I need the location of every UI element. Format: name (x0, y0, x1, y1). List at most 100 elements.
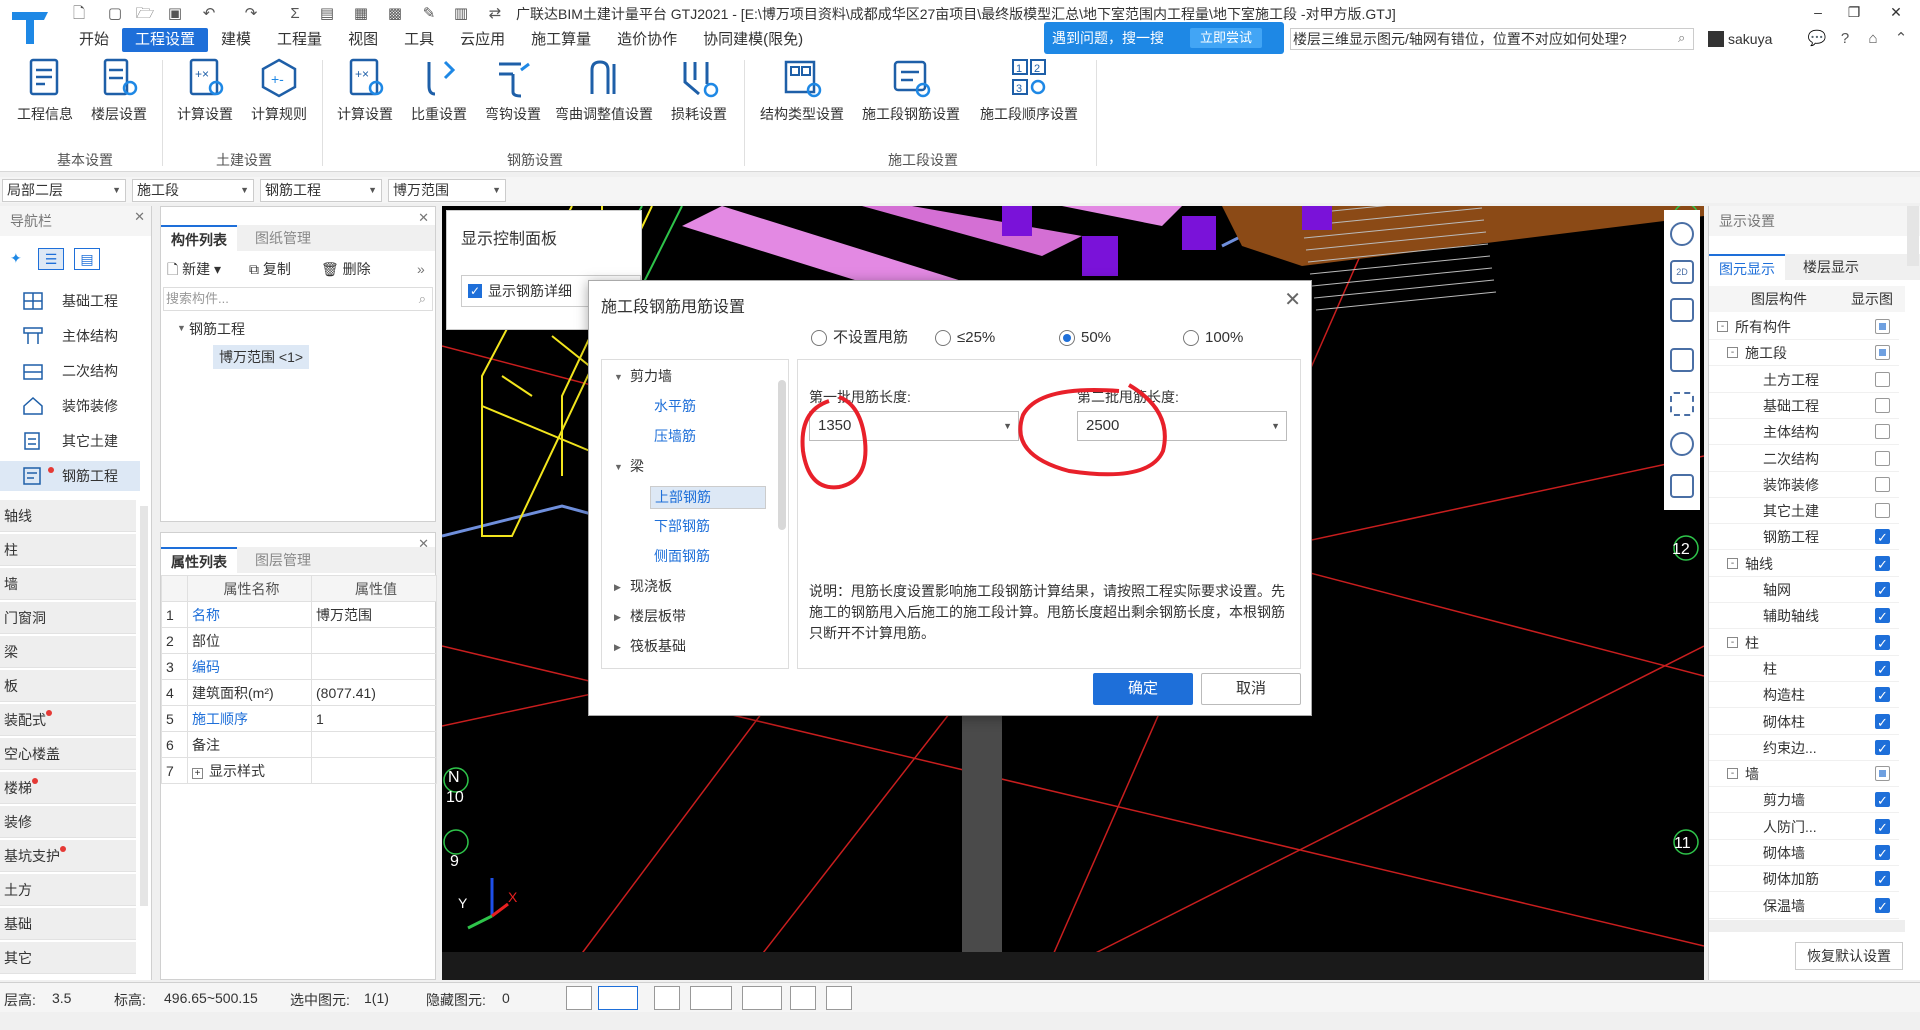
sum-icon[interactable]: Σ (284, 4, 306, 24)
ruler-icon[interactable]: ▥ (450, 4, 472, 24)
collapse-ribbon-icon[interactable]: ⌃ (1890, 28, 1912, 50)
tree-row[interactable]: 砌体加筋 (1709, 866, 1899, 893)
tree-collapse-icon[interactable]: - (1717, 321, 1728, 332)
more-icon[interactable]: » (417, 259, 425, 279)
grid-icon[interactable]: ▩ (384, 4, 406, 24)
nav-category-door-window[interactable]: 门窗洞 (0, 602, 136, 634)
visibility-checkbox[interactable] (1875, 552, 1890, 578)
table-row[interactable]: 2 部位 (161, 627, 437, 654)
tree-row[interactable]: 装饰装修 (1709, 472, 1899, 498)
menu-view[interactable]: 视图 (335, 28, 391, 52)
snap-icon[interactable] (598, 986, 638, 1010)
view-cube-icon[interactable] (1670, 348, 1694, 372)
visibility-checkbox[interactable] (1875, 683, 1890, 709)
panel-scrollbar[interactable] (1907, 206, 1919, 266)
tree-row[interactable]: - 施工段 (1709, 340, 1899, 367)
tree-row[interactable]: 砌体墙 (1709, 840, 1899, 867)
visibility-checkbox[interactable] (1875, 788, 1890, 814)
ok-button[interactable]: 确定 (1093, 673, 1193, 705)
table-row[interactable]: 4 建筑面积(m²) (8077.41) (161, 679, 437, 706)
tree-item-cast-slab[interactable]: 现浇板 (630, 576, 672, 596)
visibility-checkbox[interactable] (1875, 371, 1890, 387)
arc-icon[interactable] (826, 986, 852, 1010)
table-icon[interactable]: ▦ (350, 4, 372, 24)
unit-weight-settings-button[interactable]: 比重设置 (404, 54, 474, 126)
pin-icon[interactable]: ✦ (10, 250, 22, 267)
nav-item-rebar[interactable]: 钢筋工程 (0, 461, 140, 491)
table-row[interactable]: 1 名称 博万范围 (161, 601, 437, 628)
nav-category-pit-support[interactable]: 基坑支护 (0, 840, 136, 872)
display-settings-icon[interactable] (1670, 474, 1694, 498)
table-row[interactable]: 3 编码 (161, 653, 437, 680)
expand-icon[interactable]: + (192, 767, 203, 779)
tree-row[interactable]: 约束边... (1709, 735, 1899, 762)
tree-collapse-icon[interactable]: - (1727, 768, 1738, 780)
civil-calc-rules-button[interactable]: +- 计算规则 (244, 54, 314, 126)
open-folder-icon[interactable]: 🗁 (134, 4, 156, 24)
nav-item-main-structure[interactable]: 主体结构 (0, 321, 140, 351)
visibility-checkbox[interactable] (1875, 319, 1890, 334)
menu-quantity[interactable]: 工程量 (264, 28, 335, 52)
visibility-checkbox[interactable] (1875, 867, 1890, 893)
tab-component-list[interactable]: 构件列表 (161, 225, 237, 251)
project-info-button[interactable]: 工程信息 (10, 54, 80, 126)
visibility-checkbox[interactable] (1875, 604, 1890, 630)
tree-row[interactable]: 土方工程 (1709, 367, 1899, 393)
tree-item-shear-wall[interactable]: 剪力墙 (630, 366, 672, 386)
visibility-checkbox[interactable] (1875, 424, 1890, 440)
tree-row[interactable]: 辅助轴线 (1709, 603, 1899, 630)
tree-item-raft-foundation[interactable]: 筏板基础 (630, 636, 686, 656)
tab-layer-management[interactable]: 图层管理 (245, 547, 321, 573)
menu-project-settings[interactable]: 工程设置 (122, 28, 209, 52)
dynamic-observe-icon[interactable] (1670, 432, 1694, 456)
report-icon[interactable]: ▤ (316, 4, 338, 24)
tree-row[interactable]: 基础工程 (1709, 393, 1899, 419)
visibility-checkbox[interactable] (1875, 578, 1890, 604)
nav-category-earthwork[interactable]: 土方 (0, 874, 136, 906)
orthogonal-icon[interactable] (566, 986, 592, 1010)
tab-element-display[interactable]: 图元显示 (1709, 254, 1785, 280)
tree-row[interactable]: -墙 (1709, 761, 1899, 788)
delete-component-button[interactable]: 🗑 删除 (321, 259, 371, 279)
cross-icon[interactable] (654, 986, 680, 1010)
visibility-checkbox[interactable] (1875, 841, 1890, 867)
minimize-icon[interactable]: – (1806, 2, 1830, 22)
visibility-checkbox[interactable] (1875, 345, 1890, 361)
save-icon[interactable]: ▣ (164, 4, 186, 24)
close-icon[interactable]: ✕ (1284, 287, 1301, 312)
visibility-checkbox[interactable] (1875, 736, 1890, 762)
nav-item-decoration[interactable]: 装饰装修 (0, 391, 140, 421)
restore-default-button[interactable]: 恢复默认设置 (1795, 942, 1903, 970)
menu-cloud[interactable]: 云应用 (447, 28, 518, 52)
tree-selected-component[interactable]: 博万范围 <1> (213, 345, 310, 369)
table-row[interactable]: 6 备注 (161, 731, 437, 758)
radio-50[interactable]: 50% (1059, 329, 1111, 347)
edit-icon[interactable]: ✎ (418, 4, 440, 24)
2d-view-icon[interactable]: 2D (1670, 260, 1694, 284)
close-window-icon[interactable]: ✕ (1884, 2, 1908, 22)
tree-collapse-icon[interactable]: - (1727, 347, 1738, 359)
visibility-checkbox[interactable] (1875, 766, 1890, 782)
segment-order-settings-button[interactable]: 123 施工段顺序设置 (974, 54, 1084, 126)
tree-row[interactable]: 轴网 (1709, 577, 1899, 604)
nav-category-axis[interactable]: 轴线 (0, 500, 136, 532)
tree-row[interactable]: - 所有构件 (1709, 314, 1899, 340)
copy-component-button[interactable]: ⧉ 复制 (249, 259, 291, 279)
tree-item-side-rebar[interactable]: 侧面钢筋 (654, 546, 710, 566)
nav-category-slab[interactable]: 板 (0, 670, 136, 702)
floor-select[interactable]: 局部二层 ▼ (2, 179, 126, 202)
angle-icon[interactable] (690, 986, 732, 1010)
tree-row[interactable]: 主体结构 (1709, 419, 1899, 446)
try-now-button[interactable]: 立即尝试 (1190, 28, 1263, 48)
structure-type-settings-button[interactable]: 结构类型设置 (752, 54, 852, 126)
tree-scrollbar[interactable] (778, 380, 786, 530)
civil-calc-settings-button[interactable]: +× 计算设置 (170, 54, 240, 126)
nav-scrollbar[interactable] (140, 506, 148, 906)
visibility-checkbox[interactable] (1875, 894, 1890, 920)
help-icon[interactable]: ? (1834, 28, 1856, 50)
chat-icon[interactable]: 💬 (1806, 28, 1828, 50)
tree-item-beam[interactable]: 梁 (630, 456, 644, 476)
tree-collapse-icon[interactable]: - (1727, 636, 1738, 648)
offset-icon[interactable] (742, 986, 782, 1010)
tree-collapsed-icon[interactable]: ▶ (614, 612, 621, 623)
